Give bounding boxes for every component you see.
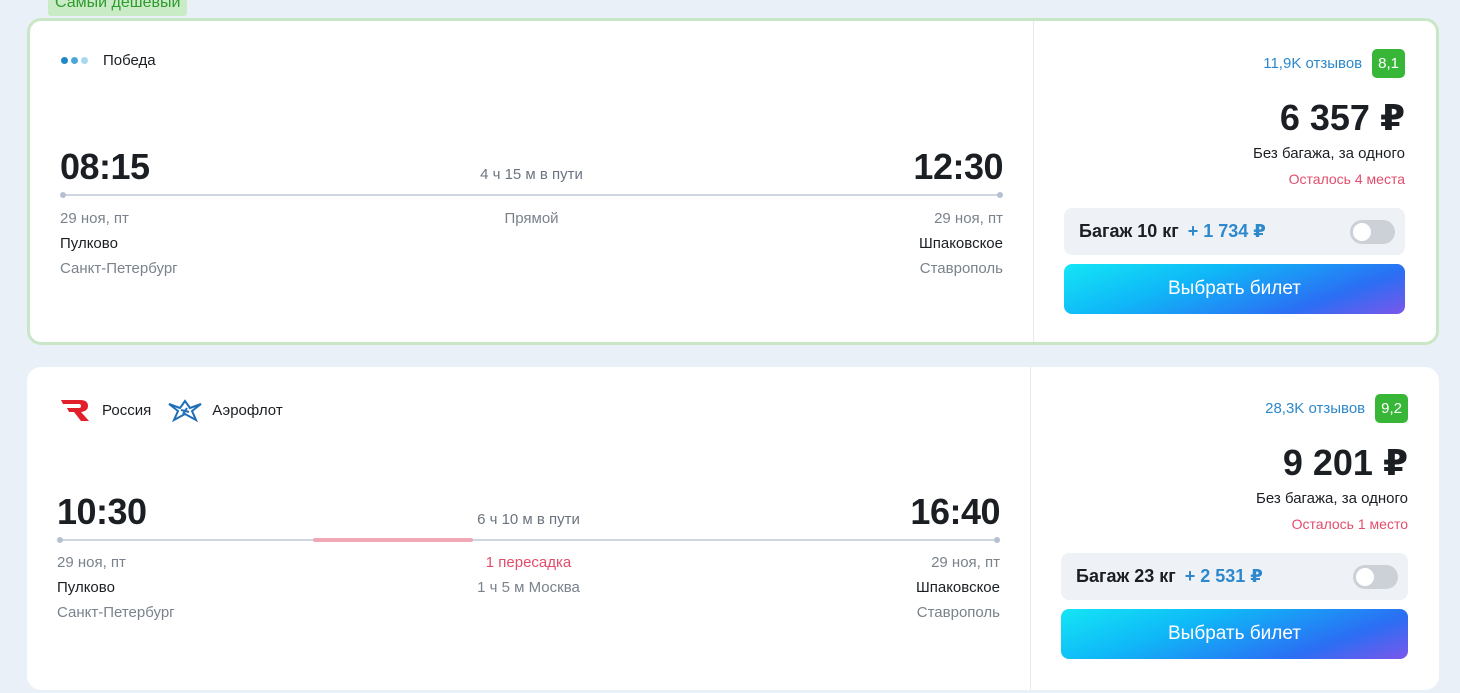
arrival-airport: Шпаковское (915, 579, 1000, 596)
baggage-toggle[interactable] (1353, 565, 1398, 589)
reviews[interactable]: 11,9K отзывов 8,1 (1263, 49, 1405, 78)
arrival-date: 29 ноя, пт (934, 210, 1003, 227)
departure-city: Санкт-Петербург (57, 604, 175, 621)
price-panel: 11,9K отзывов 8,1 6 357 ₽ Без багажа, за… (1034, 21, 1436, 342)
seats-left: Осталось 4 места (1288, 171, 1405, 187)
arrival-time: 16:40 (910, 491, 1000, 532)
arrival-airport: Шпаковское (918, 235, 1003, 252)
toggle-knob (1356, 568, 1374, 586)
airline-name: Россия (102, 401, 152, 419)
rating-badge: 8,1 (1372, 49, 1405, 78)
layover-info: 1 ч 5 м Москва (477, 579, 580, 596)
route-end-point (994, 537, 1000, 543)
departure-airport: Пулково (60, 235, 118, 252)
pobeda-logo-icon (61, 57, 93, 64)
baggage-option[interactable]: Багаж 10 кг + 1 734 ₽ (1064, 208, 1405, 255)
departure-city: Санкт-Петербург (60, 260, 178, 277)
airline-aeroflot: Аэрофлот (168, 398, 283, 422)
reviews-count-link[interactable]: 11,9K отзывов (1263, 55, 1362, 72)
rossiya-logo-icon (61, 400, 89, 421)
airlines: Победа (61, 52, 163, 69)
arrival-time: 12:30 (913, 146, 1003, 187)
layover-segment (313, 538, 473, 542)
toggle-knob (1353, 223, 1371, 241)
reviews-count-link[interactable]: 28,3K отзывов (1265, 400, 1365, 417)
ticket-price: 9 201 ₽ (1282, 442, 1408, 483)
route-start-point (57, 537, 63, 543)
route-end-point (997, 192, 1003, 198)
arrival-info: 29 ноя, пт Шпаковское Ставрополь (919, 206, 1003, 281)
price-panel: 28,3K отзывов 9,2 9 201 ₽ Без багажа, за… (1031, 367, 1439, 690)
baggage-toggle[interactable] (1350, 220, 1395, 244)
ticket-price: 6 357 ₽ (1279, 97, 1405, 138)
stops-info: 1 пересадка 1 ч 5 м Москва (27, 550, 1030, 600)
route-line (60, 192, 1003, 198)
stops-label: 1 пересадка (485, 554, 572, 571)
reviews[interactable]: 28,3K отзывов 9,2 (1265, 394, 1408, 423)
arrival-date: 29 ноя, пт (931, 554, 1000, 571)
flight-card-1[interactable]: Победа 08:15 4 ч 15 м в пути 12:30 29 но… (27, 18, 1439, 345)
route-start-point (60, 192, 66, 198)
baggage-label: Багаж 23 кг (1076, 566, 1176, 586)
seats-left: Осталось 1 место (1291, 516, 1408, 532)
arrival-info: 29 ноя, пт Шпаковское Ставрополь (916, 550, 1000, 625)
price-note: Без багажа, за одного (1253, 145, 1405, 162)
flight-details[interactable]: Победа 08:15 4 ч 15 м в пути 12:30 29 но… (30, 21, 1034, 342)
baggage-label: Багаж 10 кг (1079, 221, 1179, 241)
baggage-price: + 1 734 ₽ (1187, 221, 1266, 241)
airline-rossiya: Россия (58, 397, 151, 423)
airline-name: Победа (103, 52, 156, 69)
flight-duration: 6 ч 10 м в пути (477, 511, 580, 528)
airline-name: Аэрофлот (212, 401, 283, 419)
flight-card-2[interactable]: Россия Аэрофлот 10:30 6 ч 10 м в пути 16… (27, 367, 1439, 690)
airlines: Россия Аэрофлот (58, 397, 290, 423)
airline-pobeda: Победа (61, 52, 156, 69)
arrival-city: Ставрополь (916, 604, 1000, 621)
select-ticket-button[interactable]: Выбрать билет (1064, 264, 1405, 314)
cheapest-badge: Самый дешевый (48, 0, 188, 16)
stops-info: Прямой (30, 206, 1033, 231)
select-ticket-button[interactable]: Выбрать билет (1061, 609, 1408, 659)
rating-badge: 9,2 (1375, 394, 1408, 423)
baggage-price: + 2 531 ₽ (1184, 566, 1263, 586)
flight-duration: 4 ч 15 м в пути (480, 166, 583, 183)
arrival-city: Ставрополь (919, 260, 1003, 277)
flight-details[interactable]: Россия Аэрофлот 10:30 6 ч 10 м в пути 16… (27, 367, 1031, 690)
route-line (57, 537, 1000, 543)
price-note: Без багажа, за одного (1256, 490, 1408, 507)
stops-label: Прямой (504, 210, 559, 227)
aeroflot-logo-icon (168, 399, 202, 422)
baggage-option[interactable]: Багаж 23 кг + 2 531 ₽ (1061, 553, 1408, 600)
